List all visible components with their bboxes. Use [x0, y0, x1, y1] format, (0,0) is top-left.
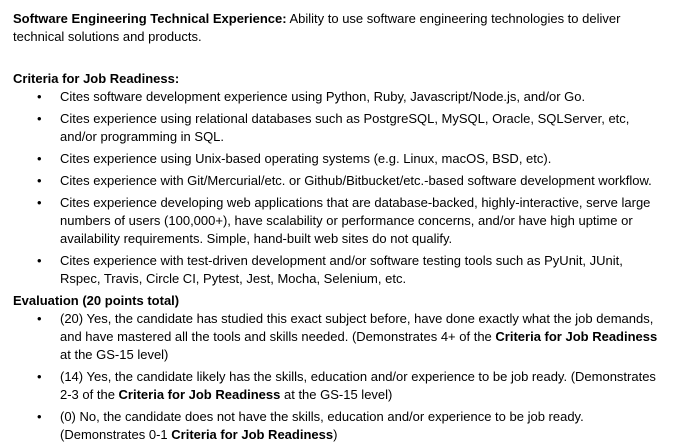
intro-label: Software Engineering Technical Experienc… [13, 11, 287, 26]
evaluation-item: (0) No, the candidate does not have the … [13, 408, 663, 444]
evaluation-list: (20) Yes, the candidate has studied this… [13, 310, 663, 444]
document: Software Engineering Technical Experienc… [0, 0, 663, 444]
criteria-reference: Criteria for Job Readiness [171, 427, 334, 442]
criteria-item: Cites experience using relational databa… [13, 110, 663, 146]
criteria-item: Cites experience with test-driven develo… [13, 252, 663, 288]
criteria-reference: Criteria for Job Readiness [118, 387, 281, 402]
evaluation-text: at the GS-15 level) [60, 347, 169, 362]
criteria-heading: Criteria for Job Readiness: [13, 71, 180, 86]
evaluation-item: (14) Yes, the candidate likely has the s… [13, 368, 663, 404]
evaluation-heading: Evaluation (20 points total) [13, 293, 180, 308]
criteria-item: Cites experience with Git/Mercurial/etc.… [13, 172, 663, 190]
evaluation-item: (20) Yes, the candidate has studied this… [13, 310, 663, 364]
intro-paragraph: Software Engineering Technical Experienc… [13, 10, 663, 46]
criteria-item: Cites experience using Unix-based operat… [13, 150, 663, 168]
criteria-list: Cites software development experience us… [13, 88, 663, 288]
evaluation-text: ) [333, 427, 338, 442]
criteria-item: Cites software development experience us… [13, 88, 663, 106]
criteria-item: Cites experience developing web applicat… [13, 194, 663, 248]
evaluation-text: at the GS-15 level) [280, 387, 393, 402]
criteria-reference: Criteria for Job Readiness [495, 329, 658, 344]
